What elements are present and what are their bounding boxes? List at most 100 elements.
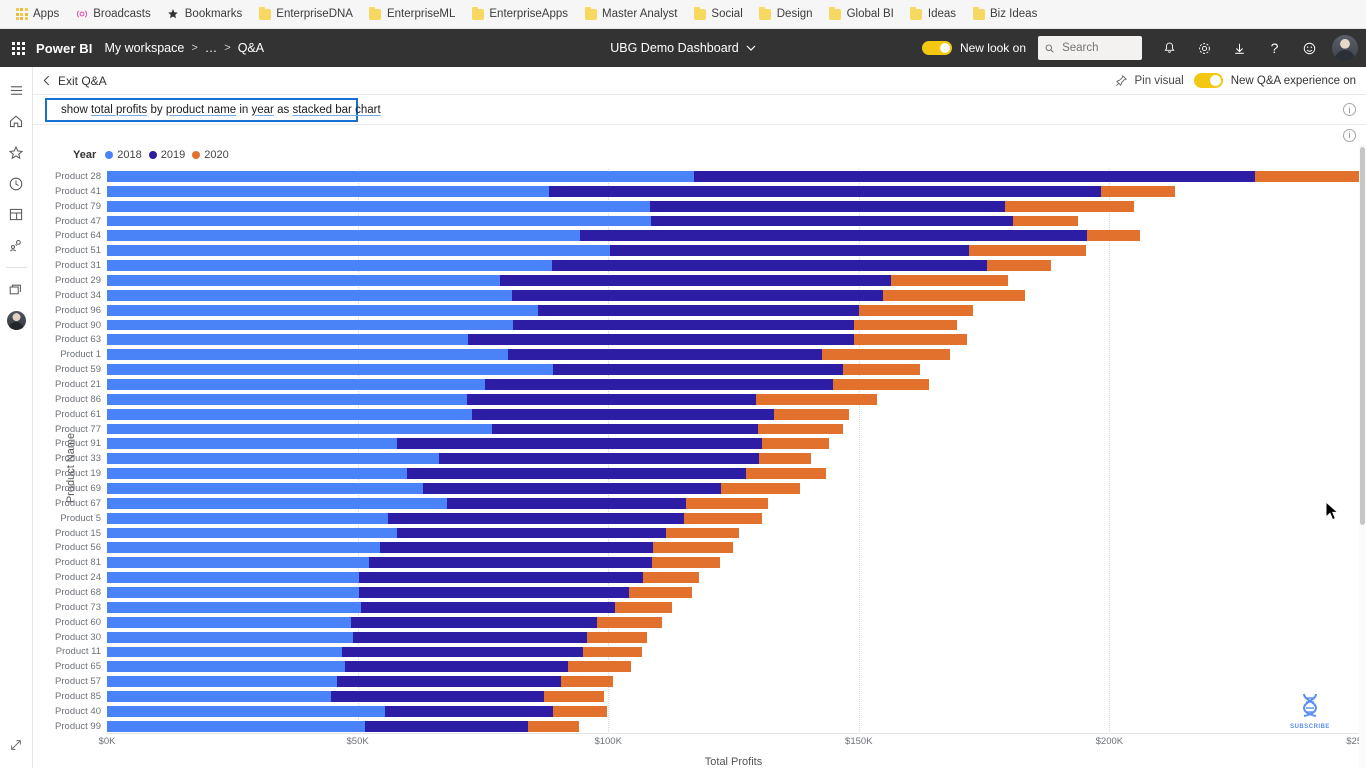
bar-segment-2019[interactable] (331, 691, 544, 702)
bar-segment-2019[interactable] (552, 260, 987, 272)
bar-segment-2020[interactable] (756, 393, 877, 405)
bar-segment-2020[interactable] (686, 497, 769, 509)
stacked-bar[interactable] (107, 200, 1360, 212)
bar-segment-2019[interactable] (537, 304, 860, 316)
bar-segment-2020[interactable] (553, 705, 607, 717)
bar-segment-2020[interactable] (582, 646, 642, 658)
bar-segment-2020[interactable] (773, 408, 849, 420)
bar-segment-2018[interactable] (107, 468, 407, 480)
stacked-bar[interactable] (107, 171, 1360, 182)
stacked-bar[interactable] (107, 705, 1360, 717)
search-input[interactable] (1060, 41, 1135, 55)
bar-segment-2019[interactable] (369, 557, 653, 569)
chart-bar-row[interactable]: Product 64 (33, 228, 1360, 243)
chart-bar-row[interactable]: Product 91 (33, 436, 1360, 451)
pin-visual-button[interactable]: Pin visual (1115, 74, 1184, 87)
bar-segment-2019[interactable] (359, 587, 630, 598)
stacked-bar[interactable] (107, 304, 1360, 316)
bar-segment-2020[interactable] (652, 557, 720, 569)
stacked-bar[interactable] (107, 245, 1360, 257)
bar-segment-2018[interactable] (107, 557, 370, 569)
bar-segment-2019[interactable] (507, 349, 823, 361)
stacked-bar[interactable] (107, 215, 1360, 227)
expand-panel-icon[interactable] (0, 729, 33, 760)
stacked-bar[interactable] (107, 393, 1360, 405)
legend-item-2018[interactable]: 2018 (105, 149, 142, 161)
bar-segment-2019[interactable] (649, 200, 1006, 212)
bookmark-bookmarks[interactable]: Bookmarks (160, 5, 250, 24)
page-scrollbar-track[interactable] (1359, 145, 1366, 768)
bar-segment-2020[interactable] (853, 319, 958, 331)
bar-segment-2020[interactable] (986, 260, 1052, 272)
bar-segment-2019[interactable] (380, 542, 654, 554)
stacked-bar[interactable] (107, 616, 1360, 628)
chart-bar-row[interactable]: Product 86 (33, 392, 1360, 407)
bar-segment-2020[interactable] (615, 601, 673, 613)
bar-segment-2018[interactable] (107, 304, 538, 316)
chart-bar-row[interactable]: Product 99 (33, 719, 1360, 734)
help-icon[interactable]: ? (1257, 29, 1292, 67)
stacked-bar[interactable] (107, 289, 1360, 301)
apps-icon[interactable] (0, 199, 33, 230)
bar-segment-2019[interactable] (387, 512, 685, 524)
bar-segment-2018[interactable] (107, 349, 508, 361)
bar-segment-2018[interactable] (107, 319, 513, 331)
bookmark-enterpriseml[interactable]: EnterpriseML (362, 5, 462, 24)
chart-bar-row[interactable]: Product 69 (33, 481, 1360, 496)
bar-segment-2018[interactable] (107, 364, 553, 376)
bar-segment-2020[interactable] (596, 616, 662, 628)
bar-segment-2018[interactable] (107, 720, 366, 732)
bar-segment-2020[interactable] (969, 245, 1086, 257)
bar-segment-2018[interactable] (107, 438, 398, 450)
new-qa-experience-toggle[interactable] (1193, 73, 1223, 88)
bar-segment-2020[interactable] (721, 483, 800, 494)
stacked-bar[interactable] (107, 468, 1360, 480)
bookmark-global-bi[interactable]: Global BI (822, 5, 901, 24)
bar-segment-2020[interactable] (1255, 171, 1360, 182)
feedback-smiley-icon[interactable] (1292, 29, 1327, 67)
bar-segment-2018[interactable] (107, 453, 439, 465)
bar-segment-2018[interactable] (107, 616, 351, 628)
chart-bar-row[interactable]: Product 59 (33, 362, 1360, 377)
stacked-bar[interactable] (107, 720, 1360, 732)
bookmark-enterprisedna[interactable]: EnterpriseDNA (251, 5, 360, 24)
breadcrumb-my-workspace[interactable]: My workspace (104, 41, 184, 55)
stacked-bar[interactable] (107, 646, 1360, 658)
bar-segment-2019[interactable] (352, 631, 587, 643)
bar-segment-2018[interactable] (107, 260, 553, 272)
bar-segment-2020[interactable] (745, 468, 827, 480)
bar-segment-2019[interactable] (397, 438, 763, 450)
bar-segment-2018[interactable] (107, 527, 397, 539)
bar-segment-2019[interactable] (512, 319, 854, 331)
stacked-bar[interactable] (107, 260, 1360, 272)
chart-bar-row[interactable]: Product 5 (33, 511, 1360, 526)
bookmark-enterpriseapps[interactable]: EnterpriseApps (464, 5, 575, 24)
chart-bar-row[interactable]: Product 15 (33, 526, 1360, 541)
chart-bar-row[interactable]: Product 81 (33, 555, 1360, 570)
stacked-bar[interactable] (107, 379, 1360, 390)
bar-segment-2020[interactable] (859, 304, 974, 316)
bar-segment-2018[interactable] (107, 676, 337, 688)
chart-bar-row[interactable]: Product 79 (33, 199, 1360, 214)
bar-segment-2018[interactable] (107, 185, 550, 197)
chart-bar-row[interactable]: Product 24 (33, 570, 1360, 585)
chart-bar-row[interactable]: Product 28 (33, 169, 1360, 184)
chart-bar-row[interactable]: Product 77 (33, 422, 1360, 437)
bar-segment-2020[interactable] (527, 720, 580, 732)
workspaces-icon[interactable] (0, 274, 33, 305)
bar-segment-2019[interactable] (342, 646, 583, 658)
hamburger-icon[interactable] (0, 75, 33, 106)
notifications-bell-icon[interactable] (1152, 29, 1187, 67)
chart-bar-row[interactable]: Product 40 (33, 704, 1360, 719)
bar-segment-2020[interactable] (643, 572, 700, 584)
bar-segment-2019[interactable] (650, 215, 1014, 227)
bar-segment-2019[interactable] (360, 601, 616, 613)
bar-segment-2020[interactable] (757, 423, 843, 435)
bar-segment-2019[interactable] (467, 334, 854, 346)
chart-bar-row[interactable]: Product 30 (33, 630, 1360, 645)
bar-segment-2020[interactable] (684, 512, 763, 524)
bar-segment-2018[interactable] (107, 601, 361, 613)
chart-bar-row[interactable]: Product 31 (33, 258, 1360, 273)
chart-bar-row[interactable]: Product 85 (33, 689, 1360, 704)
chart-bar-row[interactable]: Product 11 (33, 645, 1360, 660)
